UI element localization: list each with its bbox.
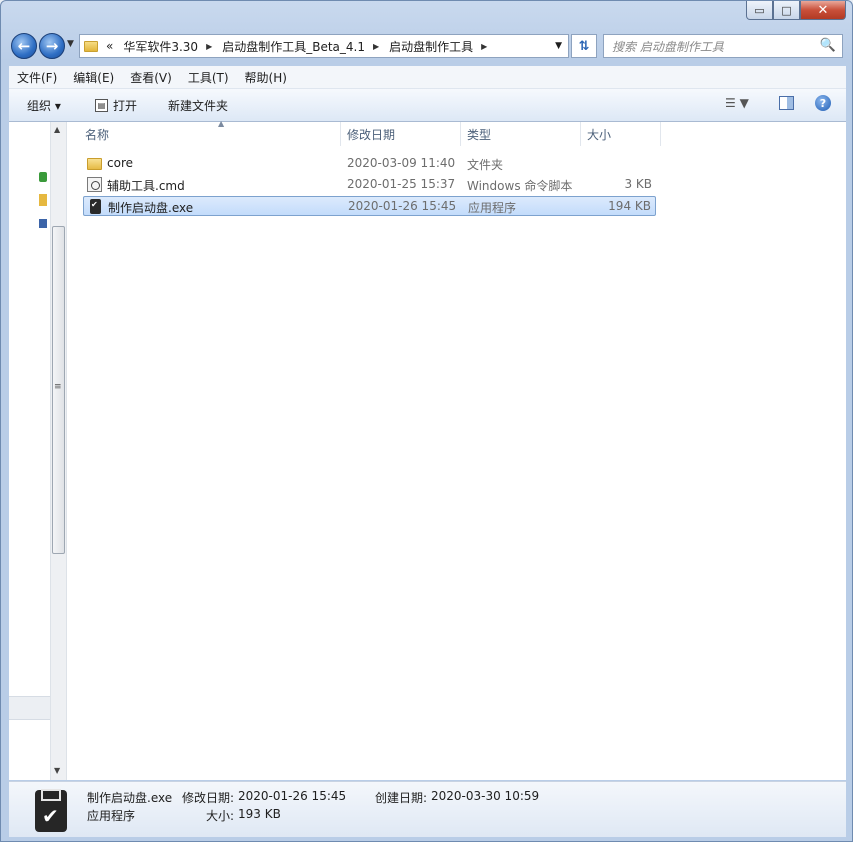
breadcrumb-item[interactable]: 启动盘制作工具_Beta_4.1 (222, 38, 365, 55)
details-modified-value: 2020-01-26 15:45 (238, 789, 347, 803)
column-header-size[interactable]: 大小 (581, 122, 661, 146)
maximize-button[interactable]: □ (773, 1, 800, 20)
refresh-icon: ⇅ (578, 38, 590, 54)
chevron-right-icon[interactable]: ▶ (481, 42, 487, 51)
details-pane: ✔ 制作启动盘.exe 修改日期: 2020-01-26 15:45 创建日期:… (9, 781, 846, 837)
nav-pane-scrollbar[interactable]: ▲ ≡ ▼ (50, 122, 67, 780)
forward-arrow-icon: → (45, 37, 59, 55)
new-folder-button[interactable]: 新建文件夹 (168, 97, 228, 114)
folder-icon (87, 158, 102, 170)
back-button[interactable]: ← (11, 33, 37, 59)
nav-pane-divider (9, 696, 50, 720)
column-header-modified[interactable]: 修改日期 (341, 122, 461, 146)
search-input[interactable]: 搜索 启动盘制作工具 🔍 (603, 34, 843, 58)
details-created-label: 创建日期: (375, 791, 428, 805)
address-dropdown-icon[interactable]: ▼ (555, 41, 562, 51)
network-icon[interactable] (39, 172, 47, 182)
file-name: 制作启动盘.exe (108, 201, 194, 215)
scroll-up-arrow-icon[interactable]: ▲ (54, 125, 60, 134)
chevron-right-icon[interactable]: ▶ (373, 42, 379, 51)
folder-icon (84, 40, 98, 52)
file-row-exe[interactable]: 制作启动盘.exe 2020-01-26 15:45 应用程序 194 KB (83, 196, 656, 216)
sort-ascending-icon: ▲ (218, 119, 225, 128)
preview-pane-icon[interactable] (779, 96, 794, 110)
details-size-value: 193 KB (238, 807, 281, 821)
navigation-row: ← → ▼ « 华军软件3.30 ▶ 启动盘制作工具_Beta_4.1 ▶ 启动… (1, 31, 853, 63)
file-size: 3 KB (624, 177, 652, 191)
close-button[interactable]: ✕ (800, 1, 846, 20)
change-view-icon[interactable]: ☰ ▼ (725, 96, 749, 110)
menu-view[interactable]: 查看(V) (122, 69, 180, 86)
details-size-label: 大小: (206, 809, 235, 823)
caption-buttons: ▭ □ ✕ (746, 1, 846, 20)
column-header-size-label: 大小 (587, 127, 612, 142)
checkmark-icon: ✔ (42, 804, 59, 828)
file-date: 2020-03-09 11:40 (347, 156, 456, 170)
menu-bar: 文件(F) 编辑(E) 查看(V) 工具(T) 帮助(H) (9, 66, 846, 89)
details-created-value: 2020-03-30 10:59 (431, 789, 540, 803)
menu-edit[interactable]: 编辑(E) (65, 69, 122, 86)
explorer-window: ▭ □ ✕ ← → ▼ « 华军软件3.30 ▶ 启动盘制作工具_Beta_4.… (0, 0, 853, 842)
column-header-modified-label: 修改日期 (347, 127, 396, 142)
file-type: 应用程序 (468, 201, 517, 215)
scroll-grip-icon: ≡ (54, 382, 62, 392)
file-list: 名称 ▲ 修改日期 类型 大小 core 2020-03-09 11:40 文件… (67, 119, 846, 780)
navigation-pane[interactable] (9, 122, 50, 780)
minimize-button[interactable]: ▭ (746, 1, 773, 20)
command-toolbar: 组织 ▾ ▤ 打开 新建文件夹 ☰ ▼ ? (9, 89, 846, 122)
recent-pages-dropdown[interactable]: ▼ (67, 39, 74, 49)
address-bar[interactable]: « 华军软件3.30 ▶ 启动盘制作工具_Beta_4.1 ▶ 启动盘制作工具 … (79, 34, 569, 58)
file-row-core[interactable]: core 2020-03-09 11:40 文件夹 (83, 154, 656, 174)
details-modified-label: 修改日期: (182, 791, 235, 805)
menu-tools[interactable]: 工具(T) (180, 69, 237, 86)
column-header-type[interactable]: 类型 (461, 122, 581, 146)
open-label: 打开 (113, 99, 138, 113)
file-size: 194 KB (608, 199, 651, 213)
forward-button[interactable]: → (39, 33, 65, 59)
file-date: 2020-01-25 15:37 (347, 177, 456, 191)
search-icon[interactable]: 🔍 (820, 38, 836, 53)
details-file-name: 制作启动盘.exe (87, 791, 173, 805)
chevron-right-icon[interactable]: ▶ (206, 42, 212, 51)
search-placeholder: 搜索 启动盘制作工具 (612, 39, 724, 54)
breadcrumb-item[interactable]: 华军软件3.30 (123, 38, 198, 55)
file-date: 2020-01-26 15:45 (348, 199, 457, 213)
cmd-script-icon (87, 177, 102, 192)
column-header-type-label: 类型 (467, 127, 492, 142)
file-type: 文件夹 (467, 158, 504, 172)
computer-icon[interactable] (39, 219, 47, 228)
usb-plug-icon (41, 789, 61, 801)
refresh-button[interactable]: ⇅ (571, 34, 597, 58)
file-name: core (107, 156, 133, 170)
exe-usb-icon (90, 199, 101, 214)
breadcrumb-overflow[interactable]: « (106, 39, 113, 53)
scroll-down-arrow-icon[interactable]: ▼ (54, 766, 60, 775)
menu-help[interactable]: 帮助(H) (237, 69, 295, 86)
usb-drive-icon: ✔ (35, 789, 67, 832)
menu-file[interactable]: 文件(F) (9, 69, 65, 86)
folder-icon[interactable] (39, 194, 47, 206)
file-type: Windows 命令脚本 (467, 179, 573, 193)
column-header-name-label: 名称 (85, 127, 110, 142)
column-header-name[interactable]: 名称 ▲ (79, 119, 341, 146)
help-icon[interactable]: ? (815, 95, 831, 111)
breadcrumb-item[interactable]: 启动盘制作工具 (389, 38, 473, 55)
details-file-type: 应用程序 (87, 809, 136, 823)
file-name: 辅助工具.cmd (107, 179, 185, 193)
file-row-cmd[interactable]: 辅助工具.cmd 2020-01-25 15:37 Windows 命令脚本 3… (83, 175, 656, 195)
back-arrow-icon: ← (17, 37, 31, 55)
open-button[interactable]: ▤ 打开 (95, 97, 137, 114)
open-icon: ▤ (95, 99, 108, 112)
organize-button[interactable]: 组织 ▾ (27, 97, 61, 114)
